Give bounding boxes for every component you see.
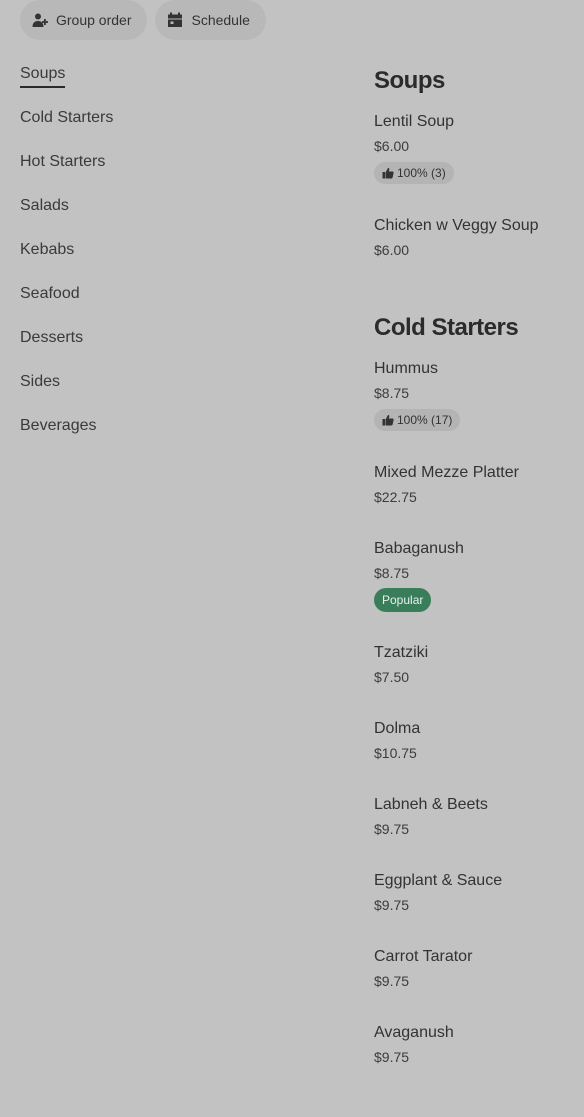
rating-badge: 100% (3) xyxy=(374,162,454,184)
item-name: Babaganush xyxy=(374,540,464,557)
nav-item-label: Beverages xyxy=(20,417,97,434)
calendar-icon xyxy=(167,12,183,28)
thumbs-up-icon xyxy=(382,414,394,426)
nav-item-label: Seafood xyxy=(20,285,80,302)
item-name: Carrot Tarator xyxy=(374,948,473,965)
menu-item-labneh-beets[interactable]: Labneh & Beets $9.75 xyxy=(374,795,574,838)
menu-item-tzatziki[interactable]: Tzatziki $7.50 xyxy=(374,643,574,686)
nav-item-cold-starters[interactable]: Cold Starters xyxy=(20,108,320,152)
item-price: $10.75 xyxy=(374,745,417,761)
menu-item-dolma[interactable]: Dolma $10.75 xyxy=(374,719,574,762)
popular-badge: Popular xyxy=(374,588,432,612)
menu-item-avaganush[interactable]: Avaganush $9.75 xyxy=(374,1023,574,1066)
schedule-label: Schedule xyxy=(191,12,250,28)
menu-item-eggplant-sauce[interactable]: Eggplant & Sauce $9.75 xyxy=(374,871,574,914)
nav-item-label: Kebabs xyxy=(20,241,75,258)
thumbs-up-icon xyxy=(382,167,394,179)
nav-item-sides[interactable]: Sides xyxy=(20,372,320,416)
item-price: $9.75 xyxy=(374,973,410,989)
item-price: $9.75 xyxy=(374,821,410,837)
nav-item-desserts[interactable]: Desserts xyxy=(20,328,320,372)
schedule-button[interactable]: Schedule xyxy=(155,0,266,40)
rating-badge: 100% (17) xyxy=(374,409,461,431)
item-name: Avaganush xyxy=(374,1024,454,1041)
item-price: $6.00 xyxy=(374,138,410,154)
item-name: Dolma xyxy=(374,720,421,737)
nav-item-seafood[interactable]: Seafood xyxy=(20,284,320,328)
nav-item-label: Cold Starters xyxy=(20,109,114,126)
nav-item-label: Hot Starters xyxy=(20,153,106,170)
menu-item-lentil-soup[interactable]: Lentil Soup $6.00 100% (3) xyxy=(374,112,574,184)
rating-text: 100% (17) xyxy=(397,413,453,427)
item-price: $9.75 xyxy=(374,897,410,913)
menu-item-carrot-tarator[interactable]: Carrot Tarator $9.75 xyxy=(374,947,574,990)
nav-item-kebabs[interactable]: Kebabs xyxy=(20,240,320,284)
menu-item-hummus[interactable]: Hummus $8.75 100% (17) xyxy=(374,359,574,431)
group-order-label: Group order xyxy=(56,12,132,28)
order-toolbar: Group order Schedule xyxy=(20,0,266,40)
nav-item-beverages[interactable]: Beverages xyxy=(20,416,320,460)
group-order-button[interactable]: Group order xyxy=(20,0,148,40)
section-title-cold-starters: Cold Starters xyxy=(374,314,519,341)
category-nav: Soups Cold Starters Hot Starters Salads … xyxy=(20,64,320,460)
item-name: Labneh & Beets xyxy=(374,796,488,813)
item-name: Tzatziki xyxy=(374,644,429,661)
nav-item-label: Soups xyxy=(20,64,66,88)
item-price: $6.00 xyxy=(374,242,410,258)
menu-item-chicken-veggy-soup[interactable]: Chicken w Veggy Soup $6.00 xyxy=(374,216,574,259)
section-title-soups: Soups xyxy=(374,67,445,94)
item-price: $7.50 xyxy=(374,669,410,685)
menu-item-mixed-mezze-platter[interactable]: Mixed Mezze Platter $22.75 xyxy=(374,463,574,506)
item-name: Lentil Soup xyxy=(374,113,455,130)
item-price: $8.75 xyxy=(374,385,410,401)
item-name: Eggplant & Sauce xyxy=(374,872,503,889)
nav-item-label: Salads xyxy=(20,197,69,214)
item-price: $22.75 xyxy=(374,489,417,505)
item-name: Chicken w Veggy Soup xyxy=(374,217,539,234)
rating-text: 100% (3) xyxy=(397,166,446,180)
item-name: Mixed Mezze Platter xyxy=(374,464,519,481)
item-price: $9.75 xyxy=(374,1049,410,1065)
nav-item-label: Sides xyxy=(20,373,61,390)
nav-item-soups[interactable]: Soups xyxy=(20,64,320,108)
nav-item-hot-starters[interactable]: Hot Starters xyxy=(20,152,320,196)
item-name: Hummus xyxy=(374,360,439,377)
menu-item-babaganush[interactable]: Babaganush $8.75 Popular xyxy=(374,539,574,612)
menu-list: Soups Lentil Soup $6.00 100% (3) Chicken… xyxy=(374,64,574,1066)
item-price: $8.75 xyxy=(374,565,410,581)
add-person-icon xyxy=(32,12,48,28)
nav-item-salads[interactable]: Salads xyxy=(20,196,320,240)
nav-item-label: Desserts xyxy=(20,329,84,346)
